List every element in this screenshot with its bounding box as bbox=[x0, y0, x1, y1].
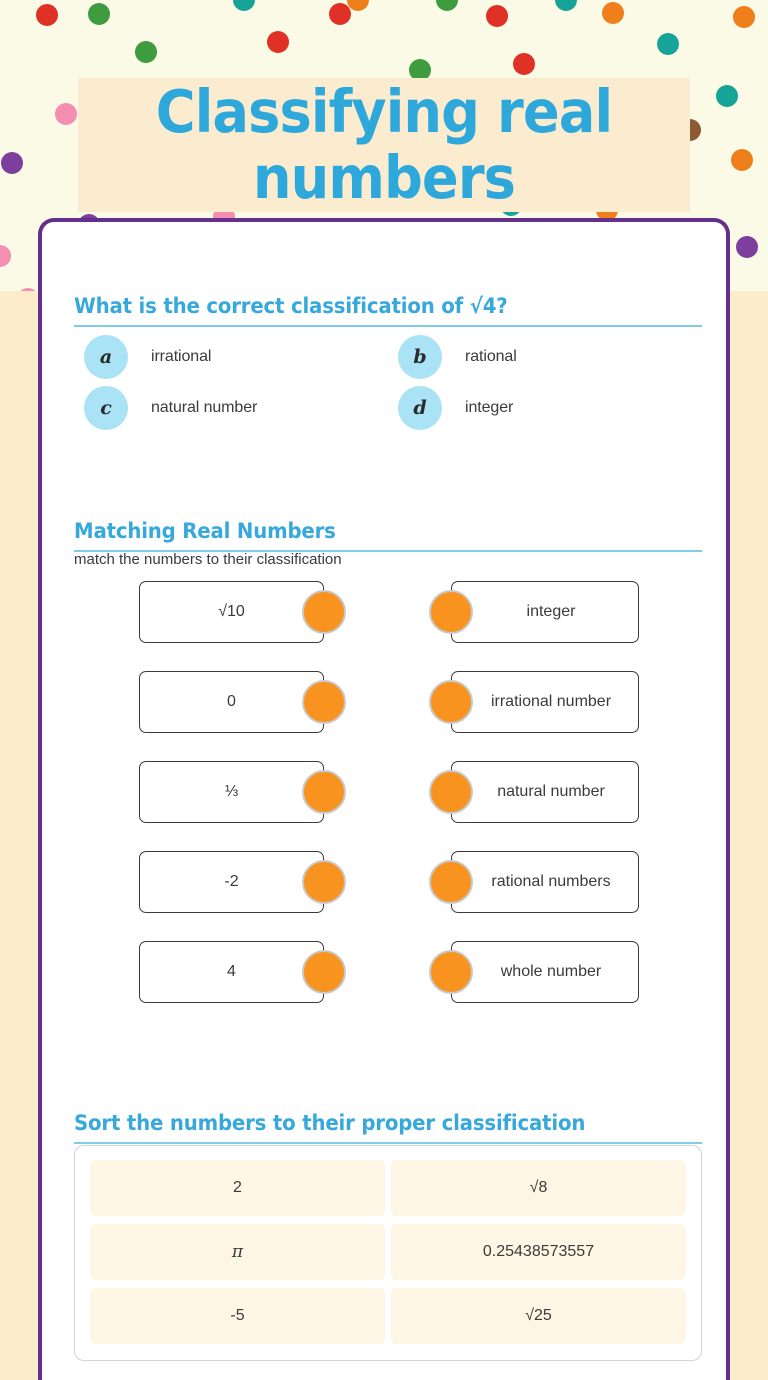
match-connector-dot-right[interactable] bbox=[429, 950, 473, 994]
option-row: a irrational b rational bbox=[74, 331, 702, 382]
sort-tile-row: π 0.25438573557 bbox=[90, 1224, 686, 1280]
section-divider bbox=[74, 1142, 702, 1144]
decorative-dot bbox=[233, 0, 255, 11]
matching-row: 4 whole number bbox=[74, 941, 702, 1031]
match-right-value: natural number bbox=[497, 783, 605, 800]
option-label: natural number bbox=[151, 398, 258, 416]
option-row: c natural number d integer bbox=[74, 382, 702, 433]
sorting-panel: 2 √8 π 0.25438573557 -5 √25 bbox=[74, 1145, 702, 1361]
section-divider bbox=[74, 325, 702, 327]
match-connector-dot-left[interactable] bbox=[302, 860, 346, 904]
match-connector-dot-right[interactable] bbox=[429, 590, 473, 634]
worksheet-title: Classifying real numbers bbox=[155, 77, 613, 212]
title-banner: Classifying real numbers bbox=[78, 78, 690, 212]
sort-tile[interactable]: 2 bbox=[90, 1160, 385, 1216]
decorative-dot bbox=[88, 3, 110, 25]
option-label: irrational bbox=[151, 347, 212, 365]
option-label: integer bbox=[465, 398, 514, 416]
decorative-dot bbox=[1, 152, 23, 174]
match-right-value: whole number bbox=[500, 963, 602, 980]
option-label: rational bbox=[465, 347, 517, 365]
option-b[interactable]: b rational bbox=[388, 331, 702, 382]
match-right-box[interactable]: whole number bbox=[451, 941, 639, 1003]
match-left-box[interactable]: 4 bbox=[139, 941, 324, 1003]
sort-tile-row: 2 √8 bbox=[90, 1160, 686, 1216]
match-connector-dot-left[interactable] bbox=[302, 950, 346, 994]
matching-instruction: match the numbers to their classificatio… bbox=[74, 551, 342, 568]
option-bubble-c[interactable]: c bbox=[84, 385, 128, 430]
option-bubble-a[interactable]: a bbox=[84, 334, 128, 379]
sort-tile[interactable]: √8 bbox=[391, 1160, 686, 1216]
match-left-box[interactable]: ⅓ bbox=[139, 761, 324, 823]
match-right-value: rational numbers bbox=[491, 873, 611, 890]
match-right-box[interactable]: natural number bbox=[451, 761, 639, 823]
match-connector-dot-left[interactable] bbox=[302, 770, 346, 814]
matching-row: ⅓ natural number bbox=[74, 761, 702, 851]
option-bubble-b[interactable]: b bbox=[398, 334, 442, 379]
sorting-section: Sort the numbers to their proper classif… bbox=[74, 1111, 702, 1361]
option-d[interactable]: d integer bbox=[388, 382, 702, 433]
match-left-value: 0 bbox=[227, 693, 236, 710]
match-right-box[interactable]: rational numbers bbox=[451, 851, 639, 913]
sort-tile-row: -5 √25 bbox=[90, 1288, 686, 1344]
matching-heading: Matching Real Numbers bbox=[74, 519, 336, 543]
decorative-dot bbox=[329, 3, 351, 25]
match-right-box[interactable]: irrational number bbox=[451, 671, 639, 733]
decorative-dot bbox=[486, 5, 508, 27]
decorative-dot bbox=[733, 6, 755, 28]
worksheet-content: What is the correct classification of √4… bbox=[42, 222, 726, 1380]
match-right-value: irrational number bbox=[490, 693, 612, 710]
sort-tile[interactable]: π bbox=[90, 1224, 385, 1280]
decorative-dot bbox=[347, 0, 369, 11]
match-connector-dot-right[interactable] bbox=[429, 680, 473, 724]
match-connector-dot-left[interactable] bbox=[302, 590, 346, 634]
matching-section: Matching Real Numbers match the numbers … bbox=[74, 519, 702, 1003]
matching-row: √10 integer bbox=[74, 581, 702, 671]
match-connector-dot-left[interactable] bbox=[302, 680, 346, 724]
decorative-dot bbox=[436, 0, 458, 11]
decorative-dot bbox=[716, 85, 738, 107]
sort-tile[interactable]: -5 bbox=[90, 1288, 385, 1344]
match-left-value: √10 bbox=[218, 603, 245, 620]
decorative-dot bbox=[555, 0, 577, 11]
match-left-box[interactable]: √10 bbox=[139, 581, 324, 643]
decorative-dot bbox=[657, 33, 679, 55]
decorative-dot bbox=[602, 2, 624, 24]
option-c[interactable]: c natural number bbox=[74, 382, 388, 433]
decorative-dot bbox=[513, 53, 535, 75]
multiple-choice-section: What is the correct classification of √4… bbox=[74, 294, 702, 430]
option-letter: d bbox=[413, 396, 427, 419]
option-letter: a bbox=[99, 345, 113, 368]
decorative-dot bbox=[135, 41, 157, 63]
match-left-box[interactable]: 0 bbox=[139, 671, 324, 733]
match-left-value: -2 bbox=[224, 873, 239, 890]
match-right-value: integer bbox=[526, 603, 576, 620]
decorative-dot bbox=[36, 4, 58, 26]
decorative-dot bbox=[55, 103, 77, 125]
match-connector-dot-right[interactable] bbox=[429, 860, 473, 904]
multiple-choice-options: a irrational b rational c natural number… bbox=[74, 331, 702, 433]
matching-row: -2 rational numbers bbox=[74, 851, 702, 941]
decorative-dot bbox=[736, 236, 758, 258]
multiple-choice-heading: What is the correct classification of √4… bbox=[74, 294, 508, 318]
sorting-heading: Sort the numbers to their proper classif… bbox=[74, 1111, 586, 1135]
matching-rows: √10 integer 0 irrational number ⅓ natural num… bbox=[74, 581, 702, 1031]
worksheet-card: What is the correct classification of √4… bbox=[38, 218, 730, 1380]
option-letter: b bbox=[413, 345, 427, 368]
option-bubble-d[interactable]: d bbox=[398, 385, 442, 430]
decorative-dot bbox=[0, 245, 11, 267]
decorative-dot bbox=[267, 31, 289, 53]
match-left-value: ⅓ bbox=[224, 783, 239, 800]
sort-tile[interactable]: 0.25438573557 bbox=[391, 1224, 686, 1280]
sort-tile[interactable]: √25 bbox=[391, 1288, 686, 1344]
matching-row: 0 irrational number bbox=[74, 671, 702, 761]
option-a[interactable]: a irrational bbox=[74, 331, 388, 382]
option-letter: c bbox=[100, 396, 112, 419]
match-connector-dot-right[interactable] bbox=[429, 770, 473, 814]
match-left-box[interactable]: -2 bbox=[139, 851, 324, 913]
match-right-box[interactable]: integer bbox=[451, 581, 639, 643]
match-left-value: 4 bbox=[227, 963, 236, 980]
decorative-dot bbox=[731, 149, 753, 171]
